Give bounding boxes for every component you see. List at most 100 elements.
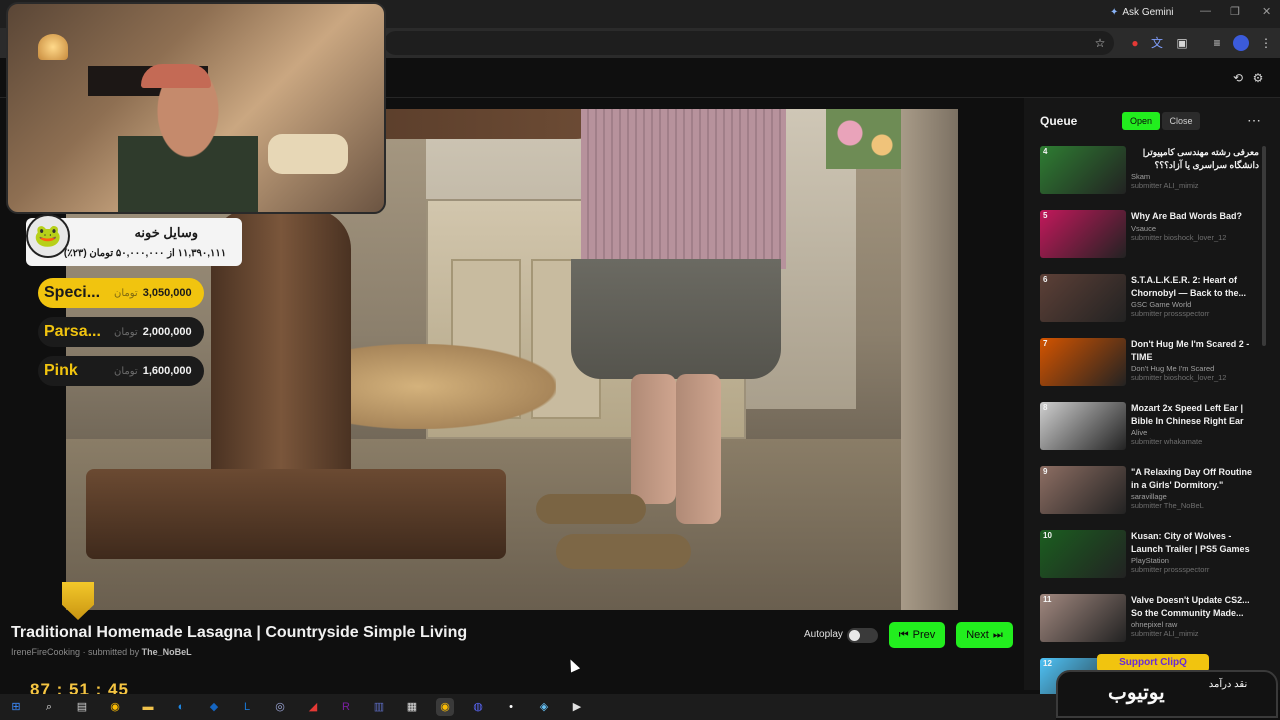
queue-item-text: Why Are Bad Words Bad? Vsauce submitter bi… (1131, 210, 1259, 242)
leaderboard-currency: تومان (114, 365, 138, 377)
task-view-icon[interactable]: ▤ (73, 698, 91, 716)
video-submitter[interactable]: The_NoBeL (142, 647, 192, 657)
close-window-icon[interactable]: ✕ (1262, 5, 1271, 18)
queue-item[interactable]: 10 Kusan: City of Wolves - Launch Trailer… (1040, 530, 1260, 588)
app-purple-icon[interactable]: ▥ (370, 698, 388, 716)
video-frame-shoe (536, 494, 646, 524)
queue-item[interactable]: 7 Don't Hug Me I'm Scared 2 - TIME Don't H… (1040, 338, 1260, 396)
leaderboard-currency: تومان (114, 287, 138, 299)
chrome-icon[interactable]: ◉ (106, 698, 124, 716)
queue-item-thumbnail (1040, 402, 1126, 450)
leaderboard-entry: Pink تومان 1,600,000 (38, 356, 204, 386)
queue-item-submitter: submitter bioshock_lover_12 (1131, 232, 1227, 242)
menu-kebab-icon[interactable]: ⋮ (1258, 35, 1274, 51)
queue-item-submitter: submitter ALI_mimiz (1131, 629, 1199, 638)
autoplay-toggle[interactable] (847, 628, 878, 643)
autoplay-label: Autoplay (804, 629, 843, 640)
webcam-lamp (38, 34, 68, 60)
queue-item[interactable]: 8 Mozart 2x Speed Left Ear | Bible In Chi… (1040, 402, 1260, 460)
queue-item-number: 12 (1043, 659, 1052, 668)
windows-taskbar: ⊞ ⌕ ▤ ◉ ▬ ◐ ◆ L ◎ ◢ R ▥ ▦ ◉ ◍ • ◈ ▶ (0, 694, 1056, 720)
windows-icon[interactable]: ⊞ (7, 698, 25, 716)
queue-item[interactable]: 11 Valve Doesn't Update CS2... So the Com… (1040, 594, 1260, 652)
queue-item[interactable]: 6 S.T.A.L.K.E.R. 2: Heart of Chornobyl — … (1040, 274, 1260, 332)
leaderboard-entry: Speci... تومان 3,050,000 (38, 278, 204, 308)
history-icon[interactable]: ⟲ (1230, 70, 1246, 86)
maximize-icon[interactable]: ❐ (1230, 5, 1240, 18)
more-options-icon[interactable]: ⋯ (1247, 112, 1261, 129)
queue-item-number: 8 (1043, 403, 1048, 412)
brand-side-text: نقد درآمد (1208, 679, 1248, 690)
app-r-icon[interactable]: R (337, 698, 355, 716)
app-circle-icon[interactable]: ◎ (271, 698, 289, 716)
reading-list-icon[interactable]: ≡ (1209, 35, 1225, 51)
chrome-active-icon[interactable]: ◉ (436, 698, 454, 716)
extensions-puzzle-icon[interactable]: ▣ (1174, 35, 1190, 51)
extension-record-icon[interactable]: ● (1127, 35, 1143, 51)
webcam-pillow (268, 134, 348, 174)
queue-item-title: معرفی رشته مهندسی کامپیوتر| دانشگاه سراس… (1142, 147, 1259, 170)
queue-open-button[interactable]: Open (1122, 112, 1160, 130)
app-l-icon[interactable]: L (238, 698, 256, 716)
queue-item-channel: Alive (1131, 428, 1148, 437)
app-window-icon[interactable]: ▦ (403, 698, 421, 716)
video-channel[interactable]: IreneFireCooking (11, 647, 80, 657)
queue-item-number: 6 (1043, 275, 1048, 284)
media-player-icon[interactable]: ▶ (568, 698, 586, 716)
translate-icon[interactable]: 文 (1149, 35, 1165, 51)
video-frame-apron (581, 109, 786, 269)
profile-avatar[interactable] (1233, 35, 1249, 51)
toggle-knob (849, 630, 860, 641)
steam-icon[interactable]: ◈ (535, 698, 553, 716)
streamer-webcam (6, 2, 386, 214)
queue-item-number: 4 (1043, 147, 1048, 156)
brand-badge: یوتیوب نقد درآمد (1056, 670, 1278, 718)
queue-item-number: 11 (1043, 595, 1052, 604)
queue-scrollbar[interactable] (1262, 146, 1266, 346)
queue-item-submitter: submitter whakamate (1131, 437, 1203, 446)
queue-item-text: Valve Doesn't Update CS2... So the Commu… (1131, 594, 1259, 638)
queue-item[interactable]: 5 Why Are Bad Words Bad? Vsauce submitter b… (1040, 210, 1260, 268)
queue-item-channel: Skam (1131, 172, 1151, 181)
video-frame-leg (676, 374, 721, 524)
app-dot-icon[interactable]: • (502, 698, 520, 716)
minimize-icon[interactable]: — (1200, 5, 1211, 17)
queue-item-title: Don't Hug Me I'm Scared 2 - TIME (1131, 339, 1250, 362)
search-icon[interactable]: ⌕ (40, 698, 58, 716)
queue-item-thumbnail (1040, 274, 1126, 322)
queue-item-thumbnail (1040, 530, 1126, 578)
queue-item-thumbnail (1040, 338, 1126, 386)
queue-item-text: S.T.A.L.K.E.R. 2: Heart of Chornobyl — B… (1131, 274, 1259, 318)
bookmark-star-icon[interactable]: ☆ (1092, 35, 1108, 51)
app-red-icon[interactable]: ◢ (304, 698, 322, 716)
video-frame-table-base (86, 469, 506, 559)
ask-gemini-button[interactable]: ✦ Ask Gemini (1110, 7, 1174, 18)
discord-icon[interactable]: ◍ (469, 698, 487, 716)
queue-item-number: 10 (1043, 531, 1052, 540)
prev-label: Prev (912, 629, 936, 641)
queue-item-title: Valve Doesn't Update CS2... So the Commu… (1131, 595, 1250, 618)
brand-main-text: یوتیوب (1108, 682, 1165, 704)
leaderboard-amount: 1,600,000 (142, 365, 192, 377)
queue-item-channel: Vsauce (1131, 223, 1157, 233)
url-input[interactable] (384, 31, 1114, 55)
queue-item-thumbnail (1040, 146, 1126, 194)
queue-close-button[interactable]: Close (1162, 112, 1200, 130)
prev-button[interactable]: ⏮ Prev (889, 622, 945, 648)
queue-item[interactable]: 9 "A Relaxing Day Off Routine in a Girls'… (1040, 466, 1260, 524)
settings-sliders-icon[interactable]: ⚙ (1250, 70, 1266, 86)
next-button[interactable]: Next ⏭ (956, 622, 1013, 648)
file-explorer-icon[interactable]: ▬ (139, 698, 157, 716)
edge-icon[interactable]: ◐ (172, 698, 190, 716)
queue-item-number: 9 (1043, 467, 1048, 476)
queue-item-number: 7 (1043, 339, 1048, 348)
queue-sidebar: Queue Open Close ⋯ 4 معرفی رشته مهندسی کا… (1024, 98, 1280, 706)
skip-next-icon: ⏭ (992, 628, 1003, 641)
leaderboard-amount: 2,000,000 (142, 326, 192, 338)
queue-item-text: معرفی رشته مهندسی کامپیوتر| دانشگاه سراس… (1131, 146, 1259, 190)
queue-item-submitter: submitter prossspectorr (1131, 565, 1210, 574)
queue-item-title: S.T.A.L.K.E.R. 2: Heart of Chornobyl — B… (1131, 275, 1247, 298)
queue-item[interactable]: 4 معرفی رشته مهندسی کامپیوتر| دانشگاه سرا… (1040, 146, 1260, 204)
app-blue-icon[interactable]: ◆ (205, 698, 223, 716)
queue-item-number: 5 (1043, 211, 1048, 220)
